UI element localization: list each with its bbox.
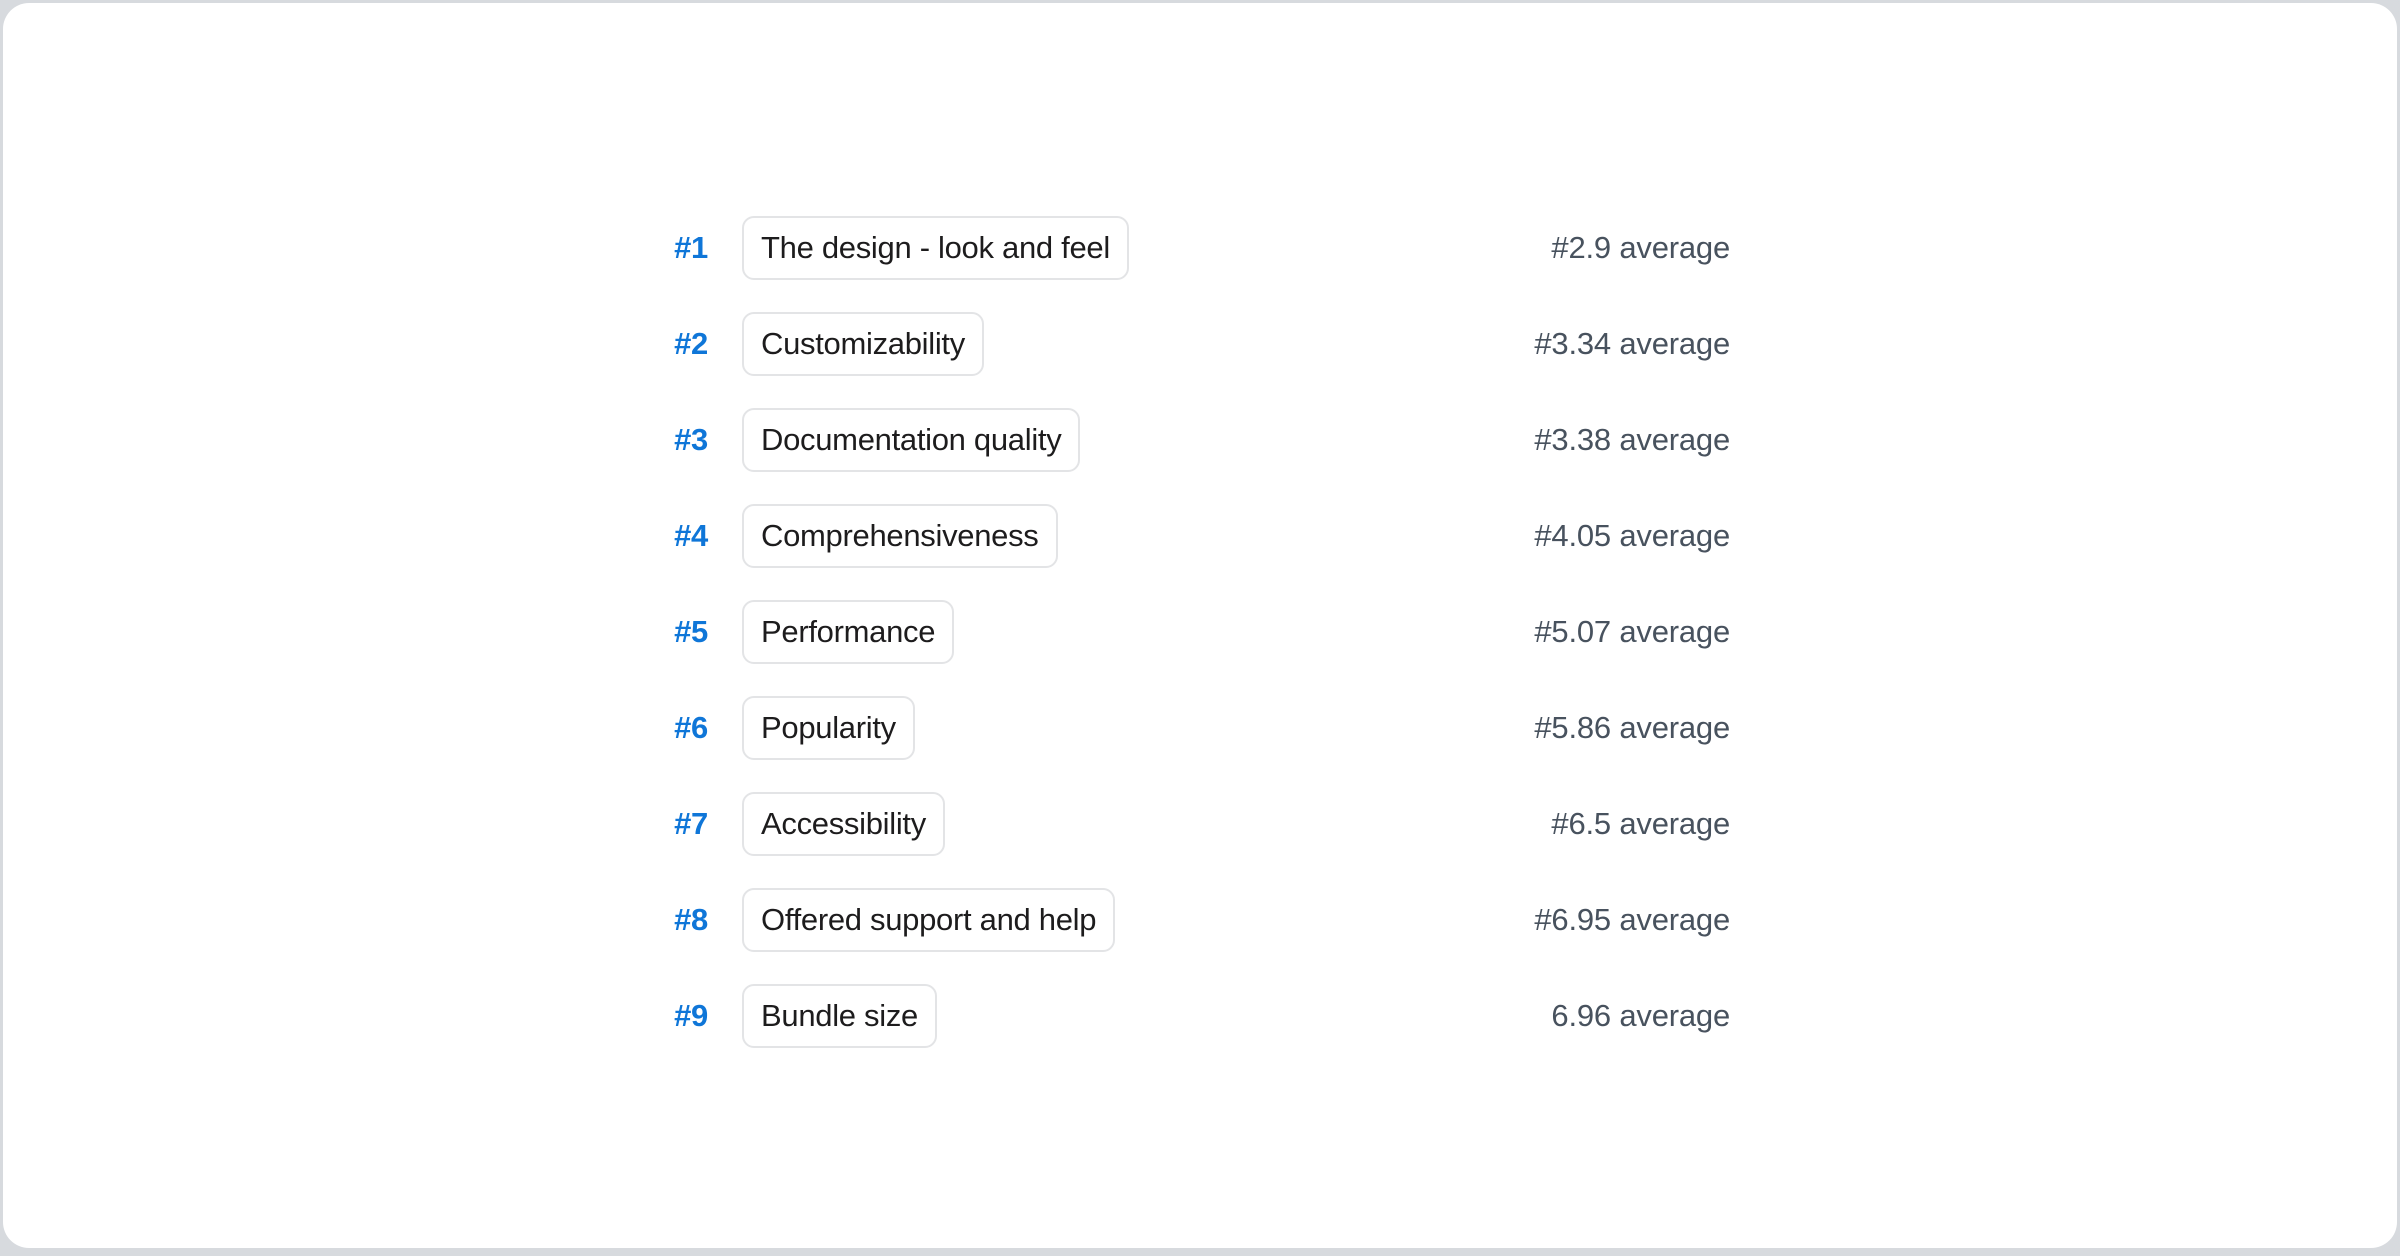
rank-label: #6	[670, 710, 708, 746]
ranking-row: #2 Customizability #3.34 average	[670, 296, 1730, 392]
average-label: #6.95 average	[1534, 902, 1730, 938]
average-label: #2.9 average	[1551, 230, 1730, 266]
ranking-row: #1 The design - look and feel #2.9 avera…	[670, 200, 1730, 296]
ranking-list: #1 The design - look and feel #2.9 avera…	[670, 200, 1730, 1064]
results-card: #1 The design - look and feel #2.9 avera…	[3, 3, 2397, 1248]
option-pill[interactable]: The design - look and feel	[742, 216, 1129, 280]
average-label: 6.96 average	[1551, 998, 1730, 1034]
ranking-row: #7 Accessibility #6.5 average	[670, 776, 1730, 872]
page: { "page": { "background": "#d7dade", "ca…	[0, 0, 2400, 1256]
average-label: #3.34 average	[1534, 326, 1730, 362]
ranking-row: #9 Bundle size 6.96 average	[670, 968, 1730, 1064]
rank-label: #5	[670, 614, 708, 650]
average-label: #4.05 average	[1534, 518, 1730, 554]
rank-label: #9	[670, 998, 708, 1034]
option-pill[interactable]: Documentation quality	[742, 408, 1080, 472]
ranking-row: #4 Comprehensiveness #4.05 average	[670, 488, 1730, 584]
option-pill[interactable]: Performance	[742, 600, 954, 664]
rank-label: #7	[670, 806, 708, 842]
rank-label: #3	[670, 422, 708, 458]
rank-label: #8	[670, 902, 708, 938]
average-label: #5.86 average	[1534, 710, 1730, 746]
rank-label: #4	[670, 518, 708, 554]
option-pill[interactable]: Comprehensiveness	[742, 504, 1058, 568]
ranking-row: #3 Documentation quality #3.38 average	[670, 392, 1730, 488]
option-pill[interactable]: Popularity	[742, 696, 915, 760]
rank-label: #2	[670, 326, 708, 362]
ranking-row: #5 Performance #5.07 average	[670, 584, 1730, 680]
average-label: #3.38 average	[1534, 422, 1730, 458]
option-pill[interactable]: Customizability	[742, 312, 984, 376]
ranking-row: #8 Offered support and help #6.95 averag…	[670, 872, 1730, 968]
option-pill[interactable]: Accessibility	[742, 792, 945, 856]
rank-label: #1	[670, 230, 708, 266]
option-pill[interactable]: Offered support and help	[742, 888, 1115, 952]
average-label: #5.07 average	[1534, 614, 1730, 650]
average-label: #6.5 average	[1551, 806, 1730, 842]
ranking-row: #6 Popularity #5.86 average	[670, 680, 1730, 776]
option-pill[interactable]: Bundle size	[742, 984, 937, 1048]
